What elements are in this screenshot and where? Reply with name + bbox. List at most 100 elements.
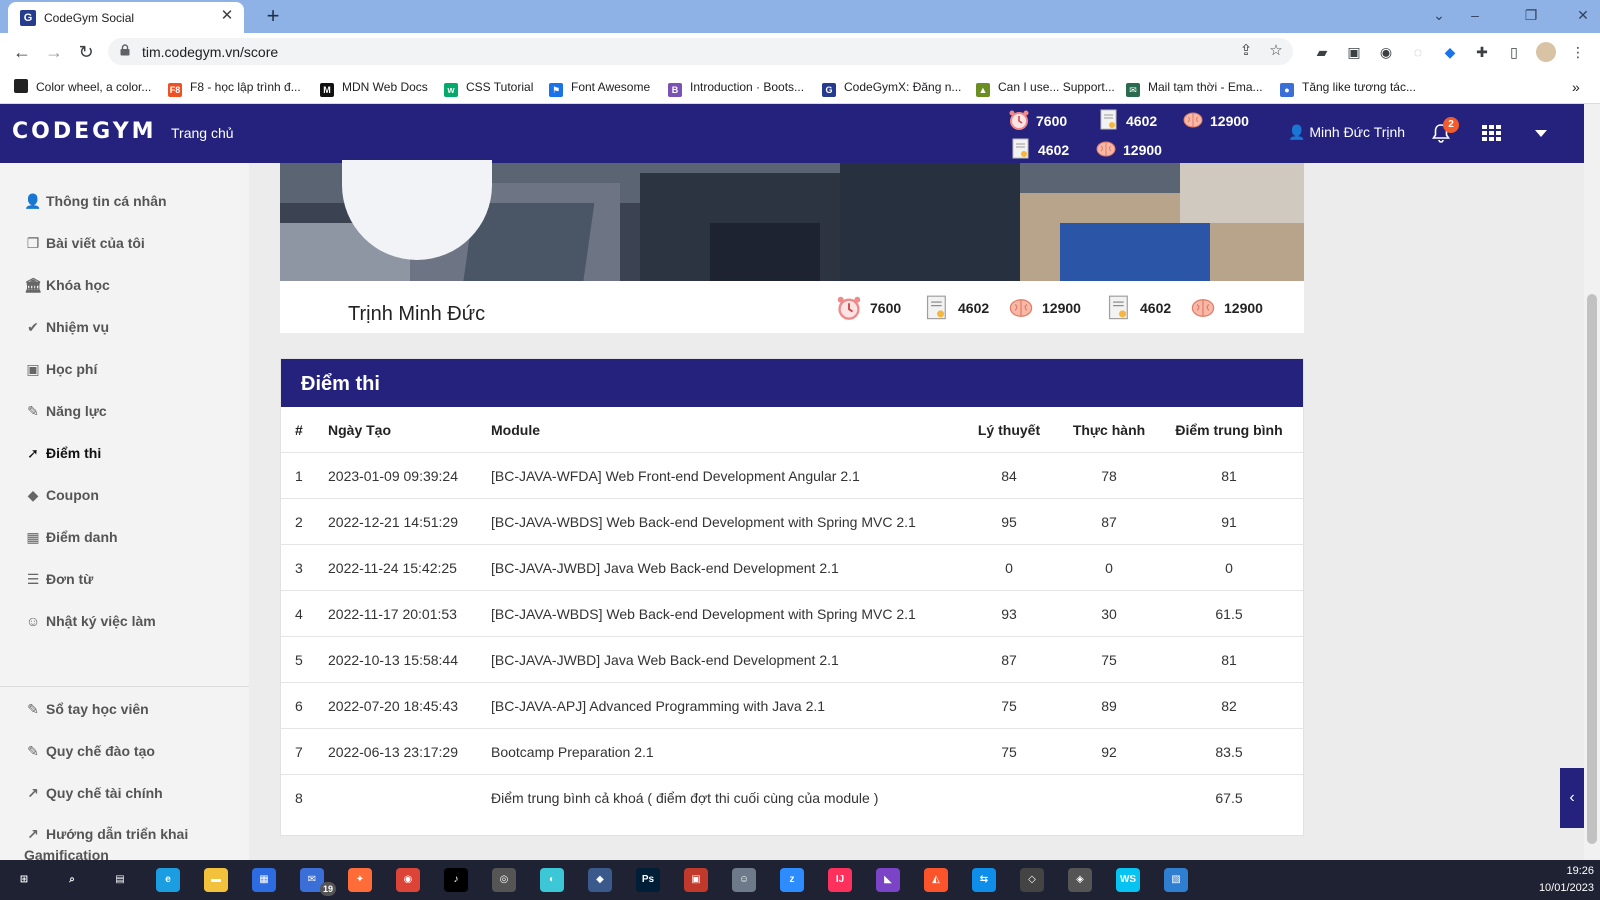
bookmark-item[interactable]: B Introduction · Boots... — [668, 78, 804, 97]
search-icon[interactable]: ⌕ — [60, 868, 84, 892]
forward-button[interactable]: → — [42, 40, 66, 64]
row-theory: 0 — [1005, 560, 1013, 576]
system-clock[interactable]: 19:26 10/01/2023 — [1539, 863, 1594, 897]
extensions-puzzle-icon[interactable]: ✚ — [1472, 42, 1492, 62]
vpn-icon[interactable]: ◆ — [588, 868, 612, 892]
sidebar-item-tuition[interactable]: ▣ Học phí — [24, 358, 97, 380]
new-tab-button[interactable]: + — [260, 3, 286, 29]
user-icon: 👤 — [24, 193, 42, 209]
sidebar-item-work-log[interactable]: ☺ Nhật ký việc làm — [24, 610, 156, 632]
column-header: Lý thuyết — [977, 422, 1041, 438]
row-average: 83.5 — [1215, 744, 1243, 760]
brave-icon[interactable]: ◭ — [924, 868, 948, 892]
codegym-favicon-icon: G — [20, 10, 36, 26]
sidebar-item-finance-rules[interactable]: ↗ Quy chế tài chính — [24, 782, 163, 804]
sidebar-item-profile[interactable]: 👤 Thông tin cá nhân — [24, 190, 166, 212]
codegym-logo[interactable]: CODEGYM — [12, 119, 157, 144]
postman-icon[interactable]: ✦ — [348, 868, 372, 892]
browser-tab[interactable]: G CodeGym Social ✕ — [8, 2, 244, 33]
edge-icon[interactable]: e — [156, 868, 180, 892]
address-bar[interactable]: tim.codegym.vn/score ⇪ ☆ — [108, 38, 1293, 65]
unity-hub-icon[interactable]: ◈ — [1068, 868, 1092, 892]
bookmark-item[interactable]: G CodeGymX: Đăng n... — [822, 78, 961, 97]
close-tab-icon[interactable]: ✕ — [218, 7, 236, 25]
chrome-icon[interactable]: ◉ — [396, 868, 420, 892]
sidebar-item-attendance[interactable]: ▦ Điểm danh — [24, 526, 117, 548]
tiktok-icon[interactable]: ♪ — [444, 868, 468, 892]
minimize-button[interactable]: – — [1460, 4, 1490, 26]
store-icon[interactable]: ▦ — [252, 868, 276, 892]
alarm-clock-icon — [837, 296, 861, 320]
bookmark-item[interactable]: ▲ Can I use... Support... — [976, 78, 1115, 97]
window-close-button[interactable]: ✕ — [1568, 4, 1598, 26]
intellij-icon[interactable]: IJ — [828, 868, 852, 892]
bookmark-item[interactable]: ● Tăng like tương tác... — [1280, 78, 1416, 97]
apps-grid-icon[interactable] — [1482, 125, 1502, 141]
extension-2-icon[interactable]: ▣ — [1344, 42, 1364, 62]
start-icon[interactable]: ⊞ — [12, 868, 36, 892]
chevron-left-icon[interactable]: ‹ — [1560, 768, 1584, 828]
bookmark-star-icon[interactable]: ☆ — [1266, 41, 1286, 61]
bookmark-item[interactable]: ⚑ Font Awesome — [549, 78, 650, 97]
money-icon: ▣ — [26, 361, 40, 377]
chevron-down-icon[interactable] — [1535, 130, 1547, 137]
share-icon[interactable]: ⇪ — [1236, 41, 1256, 61]
browser-icon[interactable]: ◐ — [540, 868, 564, 892]
row-theory: 93 — [1001, 606, 1017, 622]
sidebar-item-requests[interactable]: ☰ Đơn từ — [24, 568, 94, 590]
sidebar-item-training-rules[interactable]: ✎ Quy chế đào tạo — [24, 740, 155, 762]
photoshop-icon[interactable]: Ps — [636, 868, 660, 892]
table-row: 7 2022-06-13 23:17:29 Bootcamp Preparati… — [281, 729, 1303, 775]
scrollbar-thumb[interactable] — [1587, 294, 1597, 844]
brain-icon — [1191, 299, 1215, 317]
file-explorer-icon[interactable]: ▬ — [204, 868, 228, 892]
app-icon[interactable]: ▣ — [684, 868, 708, 892]
back-button[interactable]: ← — [10, 40, 34, 64]
openai-icon[interactable]: ◎ — [492, 868, 516, 892]
codegym-icon: G — [822, 83, 836, 97]
more-bookmarks-icon[interactable]: » — [1572, 78, 1580, 96]
user-menu-link[interactable]: 👤 Minh Đức Trịnh — [1288, 124, 1405, 141]
teamviewer-icon[interactable]: ⇆ — [972, 868, 996, 892]
sidebar-item-posts[interactable]: ❐ Bài viết của tôi — [24, 232, 145, 254]
bookmark-item[interactable]: w CSS Tutorial — [444, 78, 533, 97]
sidebar-item-gamification[interactable]: ↗ Hướng dẫn triển khai Gamification — [24, 824, 214, 863]
bookmark-item[interactable]: ✉ Mail tạm thời - Ema... — [1126, 78, 1263, 97]
bookmark-item[interactable]: Color wheel, a color... — [14, 78, 151, 96]
photos-icon[interactable]: ▧ — [1164, 868, 1188, 892]
sidebar-item-competency[interactable]: ✎ Năng lực — [24, 400, 107, 422]
sidebar-item-coupon[interactable]: ◆ Coupon — [24, 484, 99, 506]
webstorm-icon[interactable]: WS — [1116, 868, 1140, 892]
restore-button[interactable]: ❐ — [1516, 4, 1546, 26]
visual-studio-icon[interactable]: ◣ — [876, 868, 900, 892]
page-scrollbar[interactable] — [1584, 104, 1600, 860]
row-module: [BC-JAVA-JWBD] Java Web Back-end Develop… — [491, 560, 839, 576]
mdn-icon: M — [320, 83, 334, 97]
browser-menu-icon[interactable]: ⋮ — [1568, 42, 1588, 62]
url-text: tim.codegym.vn/score — [142, 44, 279, 60]
sidebar-item-handbook[interactable]: ✎ Sổ tay học viên — [24, 698, 149, 720]
unity-icon[interactable]: ◇ — [1020, 868, 1044, 892]
extension-1-icon[interactable]: ▰ — [1312, 42, 1332, 62]
sidebar-item-scores[interactable]: ➚ Điểm thi — [24, 442, 101, 464]
sidebar-item-courses[interactable]: 🏛 Khóa học — [24, 274, 110, 296]
tab-search-icon[interactable]: ⌄ — [1424, 4, 1454, 26]
bookmark-item[interactable]: M MDN Web Docs — [320, 78, 428, 97]
side-panel-icon[interactable]: ▯ — [1504, 42, 1524, 62]
profile-avatar-icon[interactable] — [1536, 42, 1556, 62]
row-index: 3 — [295, 560, 303, 576]
row-index: 5 — [295, 652, 303, 668]
sidebar-item-tasks[interactable]: ✔ Nhiệm vụ — [24, 316, 109, 338]
task-view-icon[interactable]: ▤ — [108, 868, 132, 892]
extension-4-icon[interactable]: ◌ — [1408, 42, 1428, 62]
reload-button[interactable]: ↻ — [74, 40, 98, 64]
extension-5-icon[interactable]: ◆ — [1440, 42, 1460, 62]
handshake-icon: ☺ — [25, 613, 41, 629]
robot-icon[interactable]: ☺ — [732, 868, 756, 892]
bookmark-item[interactable]: F8 F8 - học lập trình đ... — [168, 78, 301, 97]
extension-3-icon[interactable]: ◉ — [1376, 42, 1396, 62]
header-stat-brain: 12900 — [1182, 109, 1249, 131]
zoom-icon[interactable]: z — [780, 868, 804, 892]
home-link[interactable]: Trang chủ — [171, 125, 234, 141]
row-module: [BC-JAVA-WBDS] Web Back-end Development … — [491, 514, 916, 530]
